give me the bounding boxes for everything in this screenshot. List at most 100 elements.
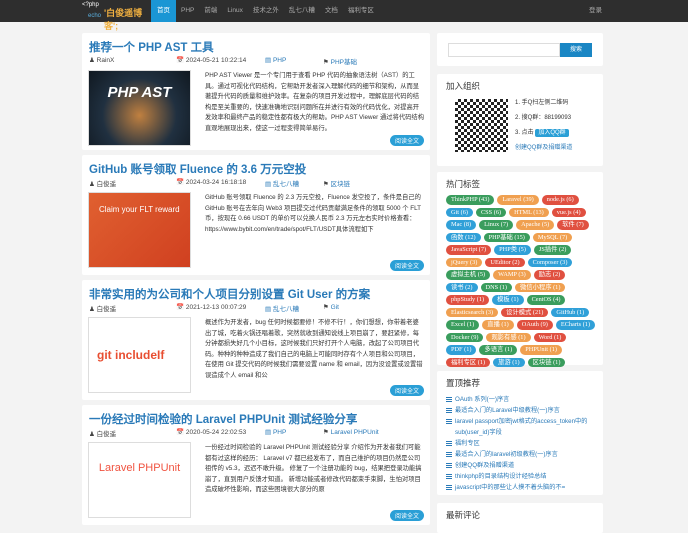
join-qq-button[interactable]: 加入QQ群 bbox=[535, 129, 569, 137]
post-thumbnail[interactable]: Laravel PHPUnit bbox=[88, 442, 191, 518]
tag-badge[interactable]: Composer (3) bbox=[527, 257, 573, 267]
tag-badge[interactable]: PHPUnit (1) bbox=[520, 345, 562, 355]
recommend-item[interactable]: 最适合入门的Laravel中级教程(一)序言 bbox=[446, 405, 603, 416]
tag-badge[interactable]: Excel (1) bbox=[446, 320, 480, 330]
post-author: ♟ 白俊遥 bbox=[89, 181, 117, 188]
tag-badge[interactable]: PHP类 (5) bbox=[494, 245, 531, 255]
recommend-item[interactable]: thinkphp的目录结构设计经验总结 bbox=[446, 471, 603, 482]
tag-badge[interactable]: jQuery (3) bbox=[446, 257, 483, 267]
tag-badge[interactable]: Linux (7) bbox=[479, 220, 514, 230]
tag-badge[interactable]: Laravel (39) bbox=[497, 195, 539, 205]
tag-badge[interactable]: CSS (6) bbox=[475, 207, 507, 217]
join-step-2: 2. 搜Q群：88199093 bbox=[515, 115, 572, 121]
tag-badge[interactable]: 模板 (1) bbox=[492, 295, 524, 305]
tag-badge[interactable]: GitHub (1) bbox=[551, 307, 590, 317]
recommend-item[interactable]: 福利专区 bbox=[446, 438, 603, 449]
nav-item[interactable]: 前端 bbox=[199, 0, 222, 22]
post-author: ♟ 白俊遥 bbox=[89, 306, 117, 313]
nav-item[interactable]: Linux bbox=[222, 0, 248, 22]
tag-badge[interactable]: 虚拟主机 (5) bbox=[446, 270, 491, 280]
tag-badge[interactable]: MySQL (7) bbox=[532, 232, 573, 242]
tag-badge[interactable]: Git (6) bbox=[446, 207, 473, 217]
post-category[interactable]: ▤ PHP bbox=[265, 56, 286, 64]
nav-item[interactable]: 福利专区 bbox=[343, 0, 379, 22]
read-more-button[interactable]: 阅读全文 bbox=[389, 260, 424, 271]
tag-badge[interactable]: 观影有感 (1) bbox=[486, 332, 531, 342]
tag-badge[interactable]: PDF (1) bbox=[446, 345, 477, 355]
post-title[interactable]: 一份经过时间检验的 Laravel PHPUnit 测试经验分享 bbox=[89, 411, 357, 427]
comments-title: 最新评论 bbox=[446, 510, 481, 520]
nav-item[interactable]: 首页 bbox=[151, 0, 176, 22]
tag-badge[interactable]: Word (1) bbox=[533, 332, 567, 342]
post-category[interactable]: ▤ 乱七八糟 bbox=[265, 303, 299, 313]
tag-badge[interactable]: 旅游 (1) bbox=[493, 357, 525, 367]
login-link[interactable]: 登录 bbox=[589, 0, 602, 22]
site-logo[interactable]: <?php echo '白俊遥博客'; bbox=[82, 2, 152, 31]
post-date: 📅 2021-12-13 00:07:29 bbox=[176, 304, 247, 311]
tag-badge[interactable]: Elasticsearch (3) bbox=[446, 307, 499, 317]
recommend-widget: 置顶推荐 OAuth 系列(一)序言 最适合入门的Laravel中级教程(一)序言… bbox=[437, 371, 603, 495]
tag-badge[interactable]: JavaScript (7) bbox=[446, 245, 492, 255]
tag-badge[interactable]: JS插件 (2) bbox=[533, 245, 572, 255]
post-date: 📅 2020-05-24 22:02:53 bbox=[176, 429, 247, 436]
tag-badge[interactable]: 励志 (2) bbox=[533, 270, 566, 280]
post-title[interactable]: 推荐一个 PHP AST 工具 bbox=[89, 39, 214, 55]
tag-badge[interactable]: 福利专区 (1) bbox=[446, 357, 491, 367]
post-category[interactable]: ▤ PHP bbox=[265, 428, 286, 436]
read-more-button[interactable]: 阅读全文 bbox=[389, 135, 424, 146]
tag-badge[interactable]: Apache (5) bbox=[516, 220, 555, 230]
tag-badge[interactable]: 多语言 (1) bbox=[479, 345, 518, 355]
nav-item[interactable]: 文档 bbox=[320, 0, 343, 22]
post-category[interactable]: ▤ 乱七八糟 bbox=[265, 178, 299, 188]
join-step-3: 3. 点击 bbox=[515, 130, 534, 136]
tag-badge[interactable]: DNS (1) bbox=[480, 282, 513, 292]
tag-badge[interactable]: 设计模式 (21) bbox=[501, 307, 549, 317]
tag-badge[interactable]: UEditor (2) bbox=[485, 257, 525, 267]
tag-badge[interactable]: 函数 (12) bbox=[446, 232, 481, 242]
post-author: ♟ RainX bbox=[89, 57, 115, 64]
post-tags[interactable]: ⚑ Laravel PHPUnit bbox=[323, 428, 379, 436]
tag-badge[interactable]: 微信小程序 (1) bbox=[515, 282, 566, 292]
tag-badge[interactable]: WAMP (3) bbox=[493, 270, 531, 280]
post-author: ♟ 白俊遥 bbox=[89, 431, 117, 438]
recommend-item[interactable]: javascript中的那些让人摸不着头脑的不= bbox=[446, 482, 603, 493]
read-more-button[interactable]: 阅读全文 bbox=[389, 385, 424, 396]
search-input[interactable] bbox=[448, 43, 560, 57]
tag-badge[interactable]: ThinkPHP (43) bbox=[446, 195, 495, 205]
recommend-item[interactable]: 创建QQ群及捐赠渠道 bbox=[446, 460, 603, 471]
tag-badge[interactable]: node.js (6) bbox=[541, 195, 579, 205]
tag-badge[interactable]: phpStudy (1) bbox=[446, 295, 490, 305]
post-title[interactable]: GitHub 账号领取 Fluence 的 3.6 万元空投 bbox=[89, 161, 306, 177]
recommend-item[interactable]: laravel passport加密jwt格式的access_token中的su… bbox=[446, 416, 603, 438]
tag-badge[interactable]: CentOS (4) bbox=[526, 295, 566, 305]
tag-badge[interactable]: HTML (13) bbox=[509, 207, 549, 217]
tag-badge[interactable]: ECharts (1) bbox=[555, 320, 596, 330]
tag-badge[interactable]: 软件 (7) bbox=[557, 220, 589, 230]
tag-badge[interactable]: 区块链 (1) bbox=[527, 357, 566, 367]
post-tags[interactable]: ⚑ Git bbox=[323, 303, 339, 311]
post-thumbnail[interactable]: PHP AST bbox=[88, 70, 191, 146]
post-title[interactable]: 非常实用的为公司和个人项目分别设置 Git User 的方案 bbox=[89, 286, 370, 302]
recommend-item[interactable]: OAuth 系列(一)序言 bbox=[446, 394, 603, 405]
post-card: 推荐一个 PHP AST 工具 ♟ RainX 📅 2024-05-21 10:… bbox=[82, 33, 430, 150]
tag-badge[interactable]: vue.js (4) bbox=[551, 207, 586, 217]
post-thumbnail[interactable]: git includeIf bbox=[88, 317, 191, 393]
tag-badge[interactable]: Mac (8) bbox=[446, 220, 477, 230]
join-widget: 加入组织 1. 手Q扫左侧二维码 2. 搜Q群：88199093 3. 点击 加… bbox=[437, 74, 603, 166]
nav-item[interactable]: 乱七八糟 bbox=[284, 0, 320, 22]
top-nav: <?php echo '白俊遥博客'; 首页 PHP 前端 Linux 技术之外 乱七八糟… bbox=[0, 0, 688, 31]
tag-badge[interactable]: 读书 (2) bbox=[446, 282, 478, 292]
post-card: GitHub 账号领取 Fluence 的 3.6 万元空投 ♟ 白俊遥 📅 2… bbox=[82, 155, 430, 275]
post-thumbnail[interactable]: Claim your FLT reward bbox=[88, 192, 191, 268]
tag-badge[interactable]: PHP基础 (15) bbox=[483, 232, 530, 242]
tag-badge[interactable]: Docker (9) bbox=[446, 332, 484, 342]
search-button[interactable]: 搜索 bbox=[560, 43, 592, 57]
nav-item[interactable]: PHP bbox=[176, 0, 199, 22]
create-qq-link[interactable]: 创建QQ群及捐赠渠道 bbox=[515, 141, 572, 156]
tag-badge[interactable]: OAuth (9) bbox=[516, 320, 553, 330]
recommend-item[interactable]: 最适合入门的laravel初级教程(一)序言 bbox=[446, 449, 603, 460]
tag-badge[interactable]: 直播 (1) bbox=[482, 320, 514, 330]
post-tags[interactable]: ⚑ 区块链 bbox=[323, 178, 350, 188]
nav-item[interactable]: 技术之外 bbox=[248, 0, 284, 22]
post-tags[interactable]: ⚑ PHP基础 bbox=[323, 56, 357, 66]
